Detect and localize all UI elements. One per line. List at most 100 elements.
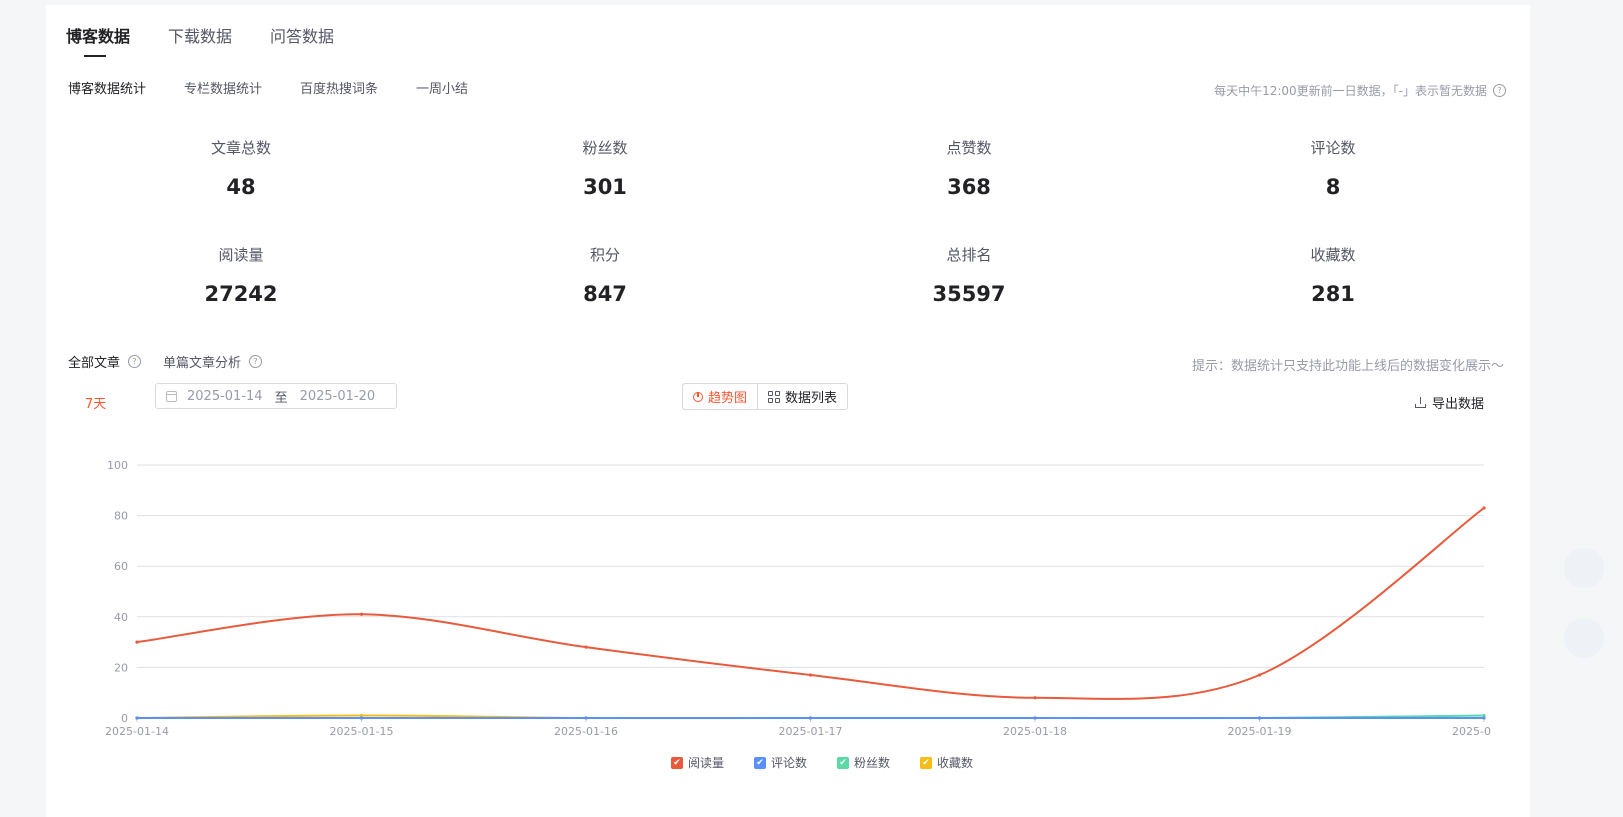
date-start: 2025-01-14 — [187, 388, 263, 404]
subtab-weekly-summary[interactable]: 一周小结 — [416, 78, 468, 97]
x-tick-label: 2025-01-15 — [330, 725, 394, 738]
stat-value: 48 — [226, 175, 256, 199]
stat-label: 总排名 — [946, 246, 992, 264]
legend-label: 粉丝数 — [854, 756, 891, 770]
export-data-button[interactable]: 导出数据 — [1414, 393, 1484, 412]
subtab-column-stats[interactable]: 专栏数据统计 — [184, 78, 262, 97]
stat-favorites: 收藏数 281 — [1213, 244, 1453, 306]
subtab-baidu-hot[interactable]: 百度热搜词条 — [300, 78, 378, 97]
stat-value: 368 — [947, 175, 991, 199]
data-point — [584, 716, 588, 720]
export-data-label: 导出数据 — [1431, 397, 1484, 412]
download-icon — [1414, 397, 1426, 408]
list-view-label: 数据列表 — [785, 391, 838, 406]
x-tick-label: 2025-01-14 — [105, 725, 169, 738]
stat-rank: 总排名 35597 — [849, 244, 1089, 306]
update-note: 每天中午12:00更新前一日数据，「-」表示暂无数据 ? — [1214, 82, 1506, 99]
stat-value: 847 — [583, 282, 627, 306]
stat-likes: 点赞数 368 — [849, 137, 1089, 199]
stat-label: 评论数 — [1310, 139, 1356, 157]
data-point — [135, 640, 139, 644]
date-end: 2025-01-20 — [299, 388, 376, 404]
stat-label: 粉丝数 — [582, 139, 628, 157]
update-note-text: 每天中午12:00更新前一日数据，「-」表示暂无数据 — [1214, 84, 1487, 98]
x-tick-label: 2025-01-16 — [554, 725, 618, 738]
stat-label: 积分 — [589, 246, 620, 264]
stat-value: 8 — [1325, 175, 1341, 199]
floating-widget[interactable] — [1564, 548, 1604, 588]
subtab-blog-stats[interactable]: 博客数据统计 — [68, 78, 146, 97]
legend-label: 阅读量 — [688, 756, 725, 770]
stat-points: 积分 847 — [485, 244, 725, 306]
legend-item-reads[interactable]: ✔ 阅读量 — [671, 754, 724, 771]
y-tick-label: 20 — [114, 661, 128, 674]
x-tick-label: 2025-01-20 — [1452, 725, 1492, 738]
chart-legend: ✔ 阅读量 ✔ 评论数 ✔ 粉丝数 ✔ 收藏数 — [671, 754, 1003, 771]
calendar-icon — [166, 390, 177, 402]
y-tick-label: 0 — [121, 712, 128, 725]
legend-item-comments[interactable]: ✔ 评论数 — [754, 754, 807, 771]
trend-view-button[interactable]: 趋势图 — [683, 384, 759, 409]
pie-chart-icon — [693, 391, 703, 402]
date-range-picker[interactable]: 2025-01-14 至 2025-01-20 — [155, 383, 397, 409]
tab-single-article[interactable]: 单篇文章分析 ? — [163, 352, 263, 371]
list-view-button[interactable]: 数据列表 — [757, 384, 847, 409]
checkbox-icon: ✔ — [920, 756, 933, 769]
data-point — [584, 645, 588, 649]
tab-qa-data[interactable]: 问答数据 — [270, 23, 334, 63]
stat-label: 阅读量 — [218, 246, 264, 264]
stat-value: 35597 — [932, 282, 1006, 306]
help-icon[interactable]: ? — [128, 355, 142, 368]
tab-single-article-label: 单篇文章分析 — [163, 356, 242, 371]
x-tick-label: 2025-01-17 — [779, 725, 843, 738]
view-toggle: 趋势图 数据列表 — [682, 383, 849, 410]
data-point — [359, 612, 364, 616]
data-point — [359, 716, 364, 720]
article-scope-tabs: 全部文章 ? 单篇文章分析 ? — [68, 352, 284, 371]
checkbox-icon: ✔ — [671, 756, 683, 769]
y-tick-label: 80 — [114, 510, 128, 523]
data-point — [1482, 506, 1486, 510]
hint-text: 提示：数据统计只支持此功能上线后的数据变化展示～ — [1191, 359, 1504, 374]
data-point — [1257, 673, 1262, 677]
trend-view-label: 趋势图 — [708, 391, 748, 406]
tab-blog-data[interactable]: 博客数据 — [66, 23, 130, 63]
series-line — [136, 507, 1485, 700]
data-point — [808, 716, 813, 720]
stat-reads: 阅读量 27242 — [121, 244, 361, 306]
legend-item-favorites[interactable]: ✔ 收藏数 — [920, 754, 973, 771]
y-tick-label: 60 — [114, 560, 128, 573]
checkbox-icon: ✔ — [837, 756, 850, 769]
stat-label: 收藏数 — [1310, 246, 1356, 264]
stat-comments: 评论数 8 — [1213, 137, 1453, 199]
trend-chart: 0 20 40 60 80 100 2025-01-14 2025-01-15 2025-01-… — [105, 459, 1492, 738]
floating-widget[interactable] — [1564, 618, 1604, 658]
sub-tabs: 博客数据统计 专栏数据统计 百度热搜词条 一周小结 — [68, 78, 506, 97]
blog-data-panel: 博客数据 下载数据 问答数据 博客数据统计 专栏数据统计 百度热搜词条 一周小结… — [46, 5, 1530, 817]
stat-label: 点赞数 — [946, 139, 992, 157]
data-point — [1033, 716, 1037, 720]
legend-label: 评论数 — [771, 756, 808, 770]
y-tick-label: 40 — [114, 611, 128, 624]
x-tick-label: 2025-01-18 — [1003, 725, 1067, 738]
active-tab-indicator — [84, 55, 106, 57]
data-point — [1033, 696, 1037, 700]
tab-download-data[interactable]: 下载数据 — [168, 23, 232, 63]
data-point — [1257, 716, 1262, 720]
help-icon[interactable]: ? — [1493, 84, 1506, 97]
tab-all-articles[interactable]: 全部文章 ? — [68, 352, 142, 371]
main-tabs: 博客数据 下载数据 问答数据 — [66, 23, 372, 63]
stat-label: 文章总数 — [210, 139, 271, 157]
stat-article-count: 文章总数 48 — [121, 137, 361, 199]
legend-item-fans[interactable]: ✔ 粉丝数 — [837, 754, 890, 771]
legend-label: 收藏数 — [937, 756, 974, 770]
data-point — [808, 673, 813, 677]
range-7-days[interactable]: 7天 — [85, 393, 106, 412]
help-icon[interactable]: ? — [249, 355, 263, 368]
data-point — [135, 716, 139, 720]
stat-value: 301 — [583, 175, 627, 199]
grid-icon — [768, 390, 781, 403]
tab-all-articles-label: 全部文章 — [68, 356, 121, 371]
checkbox-icon: ✔ — [754, 756, 767, 769]
stat-value: 281 — [1311, 282, 1355, 306]
